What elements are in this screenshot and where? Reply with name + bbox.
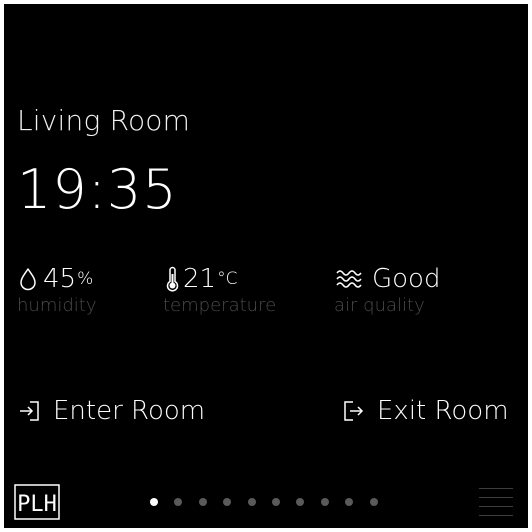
humidity-caption: humidity	[17, 295, 97, 316]
exit-room-button[interactable]: Exit Room	[341, 396, 509, 426]
menu-line	[479, 488, 513, 489]
exit-room-label: Exit Room	[377, 396, 509, 426]
page-dot[interactable]	[223, 498, 232, 506]
temperature-metric: 21 °C temperature	[163, 263, 276, 316]
temperature-caption: temperature	[163, 295, 277, 316]
plh-logo: PLH	[14, 484, 60, 520]
page-dot[interactable]	[174, 498, 183, 506]
menu-line	[479, 497, 513, 498]
thermometer-icon	[163, 266, 181, 292]
page-dot[interactable]	[198, 498, 207, 506]
humidity-unit: %	[77, 269, 94, 289]
page-dot[interactable]	[150, 498, 158, 506]
page-dot[interactable]	[345, 498, 354, 506]
page-dot[interactable]	[320, 498, 329, 506]
menu-button[interactable]	[479, 488, 513, 518]
humidity-metric: 45 % humidity	[17, 263, 97, 316]
logo-text: PLH	[17, 492, 57, 517]
temperature-unit: °C	[217, 269, 238, 289]
air-quality-caption: air quality	[334, 295, 425, 316]
page-dot[interactable]	[247, 498, 256, 506]
exit-icon	[341, 398, 365, 424]
enter-icon	[17, 398, 41, 424]
menu-line	[479, 506, 513, 507]
air-waves-icon	[334, 266, 368, 292]
droplet-icon	[17, 266, 39, 292]
page-indicator	[150, 498, 394, 506]
enter-room-label: Enter Room	[53, 396, 206, 426]
temperature-value: 21	[183, 264, 217, 294]
page-dot[interactable]	[271, 498, 280, 506]
page-dot[interactable]	[296, 498, 305, 506]
air-quality-value: Good	[372, 264, 441, 294]
humidity-value: 45	[43, 264, 77, 294]
air-quality-metric: Good air quality	[334, 263, 440, 316]
clock-time: 19:35	[17, 158, 178, 221]
room-title: Living Room	[17, 104, 191, 137]
page-dot[interactable]	[369, 498, 378, 506]
menu-line	[479, 515, 513, 516]
enter-room-button[interactable]: Enter Room	[17, 396, 205, 426]
panel-screen: Living Room 19:35 45 % humidity 21 °C te…	[4, 4, 528, 528]
